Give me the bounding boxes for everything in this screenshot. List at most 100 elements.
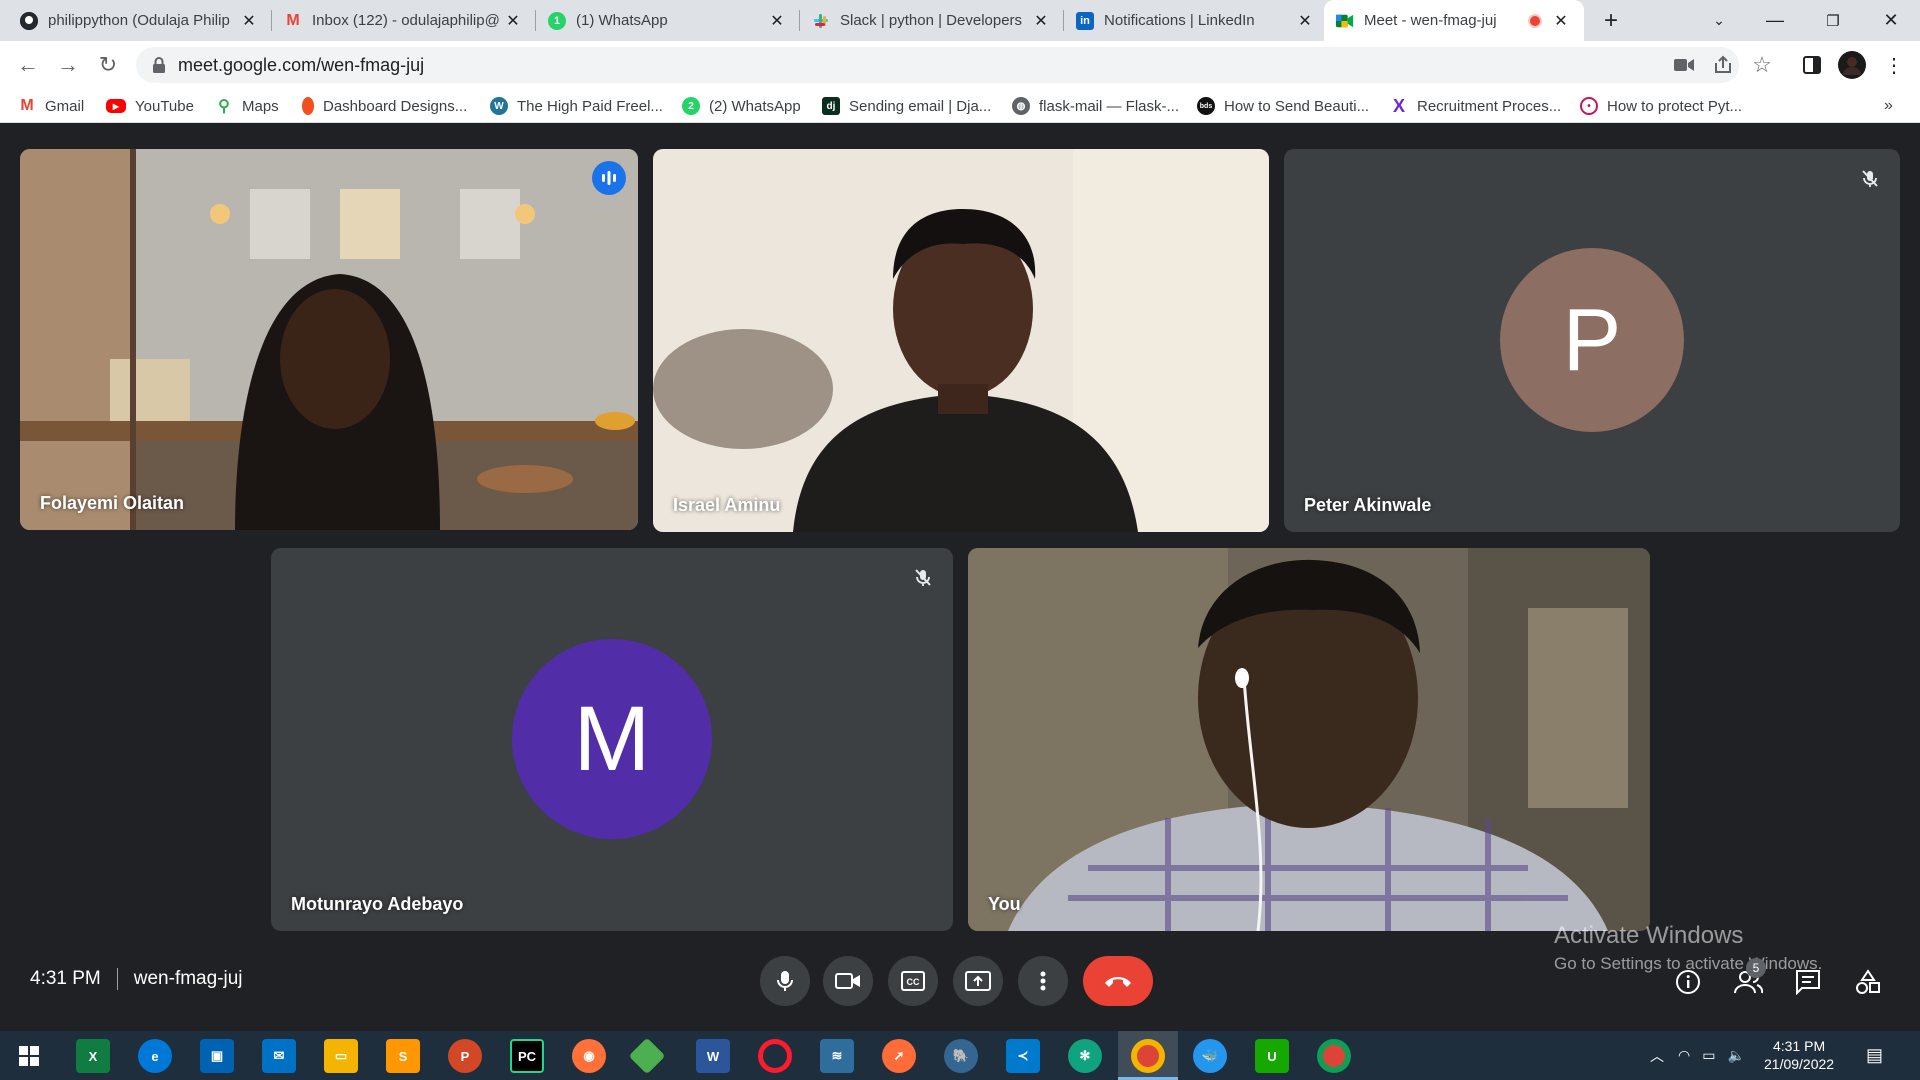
share-icon[interactable] [1709,51,1737,79]
tab-linkedin[interactable]: in Notifications | LinkedIn ✕ [1064,0,1328,41]
more-bookmarks-chevron-icon[interactable]: » [1884,96,1893,116]
file-explorer-icon[interactable]: ▭ [324,1039,358,1073]
tab-meet[interactable]: Meet - wen-fmag-juj ✕ [1324,0,1584,41]
minimize-button[interactable]: — [1752,0,1798,41]
participant-name: Peter Akinwale [1304,495,1432,515]
address-bar[interactable]: meet.google.com/wen-fmag-juj [136,47,1739,83]
linkedin-icon: in [1076,11,1094,30]
chrome-menu-icon[interactable]: ⋮ [1880,51,1908,79]
network-icon[interactable]: ◠ [1678,1047,1690,1064]
browser-toolbar: ← → ↻ meet.google.com/wen-fmag-juj ☆ ⋮ [0,41,1920,89]
meeting-details-button[interactable] [1668,962,1708,1002]
microphone-button[interactable] [760,956,810,1006]
present-now-button[interactable] [953,956,1003,1006]
figma-icon [302,97,314,115]
mic-off-icon [907,562,939,594]
bookmark-django-email[interactable]: dj Sending email | Dja... [822,96,991,116]
tab-title: Slack | python | Developers [840,12,1023,29]
close-tab-icon[interactable]: ✕ [502,11,524,31]
tab-title: Inbox (122) - odulajaphilip@ [312,12,500,29]
bookmark-maps[interactable]: ⚲ Maps [215,96,279,116]
tab-gmail[interactable]: M Inbox (122) - odulajaphilip@ ✕ [272,0,536,41]
bookmark-gmail[interactable]: M Gmail [18,96,84,116]
vscode-icon[interactable]: ≺ [1006,1039,1040,1073]
participant-tile-self[interactable]: You [968,548,1650,931]
tab-search-chevron-icon[interactable]: ⌄ [1696,0,1742,41]
sublime-icon[interactable]: S [386,1039,420,1073]
captions-button[interactable]: CC [888,956,938,1006]
microphone-icon [777,971,793,991]
close-window-button[interactable]: ✕ [1868,0,1914,41]
participant-tile[interactable]: P Peter Akinwale [1284,149,1900,532]
bookmark-send-beautiful[interactable]: bds How to Send Beauti... [1197,96,1369,116]
side-panel-icon[interactable] [1798,51,1826,79]
store-icon[interactable]: ▣ [200,1039,234,1073]
tab-slack[interactable]: Slack | python | Developers ✕ [800,0,1064,41]
upwork-icon[interactable]: U [1255,1039,1289,1073]
close-tab-icon[interactable]: ✕ [1030,11,1052,31]
bookmark-protect-python[interactable]: • How to protect Pyt... [1580,96,1742,116]
pycharm-icon[interactable]: PC [510,1039,544,1073]
opera-icon[interactable] [758,1039,792,1073]
participant-tile[interactable]: Israel Aminu [653,149,1269,532]
mysql-workbench-icon[interactable]: ≋ [820,1039,854,1073]
bookmark-freelancer[interactable]: W The High Paid Freel... [490,96,663,116]
bookmark-youtube[interactable]: ▶ YouTube [106,96,194,116]
powerpoint-icon[interactable]: P [448,1039,482,1073]
camera-in-use-icon[interactable] [1670,51,1698,79]
git-icon[interactable] [628,1037,666,1075]
close-tab-icon[interactable]: ✕ [1550,11,1572,31]
show-hidden-icons-chevron-icon[interactable]: ︿ [1650,1046,1664,1066]
more-options-button[interactable] [1018,956,1068,1006]
leave-call-button[interactable] [1083,956,1153,1006]
restore-button[interactable]: ❐ [1810,0,1856,41]
windows-start-icon[interactable] [12,1039,46,1073]
bookmark-dashboard-designs[interactable]: Dashboard Designs... [302,96,467,116]
excel-icon[interactable]: X [76,1039,110,1073]
chat-button[interactable] [1788,962,1828,1002]
postman-icon[interactable]: ➚ [882,1039,916,1073]
close-tab-icon[interactable]: ✕ [238,11,260,31]
bookmark-whatsapp[interactable]: 2 (2) WhatsApp [682,96,801,116]
forward-button[interactable]: → [52,49,84,81]
participant-tile[interactable]: M Motunrayo Adebayo [271,548,953,931]
close-tab-icon[interactable]: ✕ [766,11,788,31]
profile-avatar[interactable] [1838,51,1866,79]
new-tab-button[interactable]: + [1588,0,1634,41]
battery-icon[interactable]: ▭ [1702,1047,1715,1064]
bookmark-star-icon[interactable]: ☆ [1748,51,1776,79]
django-icon: dj [822,97,840,115]
back-button[interactable]: ← [12,49,44,81]
volume-icon[interactable]: 🔈 [1727,1047,1744,1064]
docker-icon[interactable]: 🐳 [1193,1039,1227,1073]
x-logo-icon: X [1392,95,1405,116]
avatar: P [1500,248,1684,432]
chrome-profile-icon[interactable] [1317,1039,1351,1073]
notification-center-icon[interactable]: ▤ [1866,1031,1883,1080]
shield-icon: • [1580,97,1598,115]
present-screen-icon [965,971,991,991]
chat-icon [1796,970,1820,995]
tab-whatsapp[interactable]: 1 (1) WhatsApp ✕ [536,0,800,41]
people-button[interactable]: 5 [1728,958,1768,1002]
tab-github[interactable]: philippython (Odulaja Philip ✕ [8,0,272,41]
taskbar-time: 4:31 PM [1772,1038,1826,1054]
avatar-initial: P [1562,290,1622,389]
chrome-icon[interactable] [1131,1039,1165,1073]
firefox-icon[interactable]: ◉ [572,1039,606,1073]
word-icon[interactable]: W [696,1039,730,1073]
bookmark-recruitment[interactable]: X Recruitment Proces... [1390,96,1561,116]
close-tab-icon[interactable]: ✕ [1294,11,1316,31]
activities-button[interactable] [1848,962,1888,1002]
taskbar-clock[interactable]: 4:31 PM 21/09/2022 [1764,1037,1834,1073]
slack-icon [812,12,830,30]
camera-button[interactable] [823,956,873,1006]
reload-button[interactable]: ↻ [92,49,124,81]
chatgpt-icon[interactable]: ✻ [1068,1039,1102,1073]
more-vert-icon [1040,971,1046,991]
participant-tile[interactable]: Folayemi Olaitan [20,149,638,530]
postgresql-icon[interactable]: 🐘 [944,1039,978,1073]
edge-icon[interactable]: e [138,1039,172,1073]
bookmark-flask-mail[interactable]: ◍ flask-mail — Flask-... [1012,96,1179,116]
mail-icon[interactable]: ✉ [262,1039,296,1073]
